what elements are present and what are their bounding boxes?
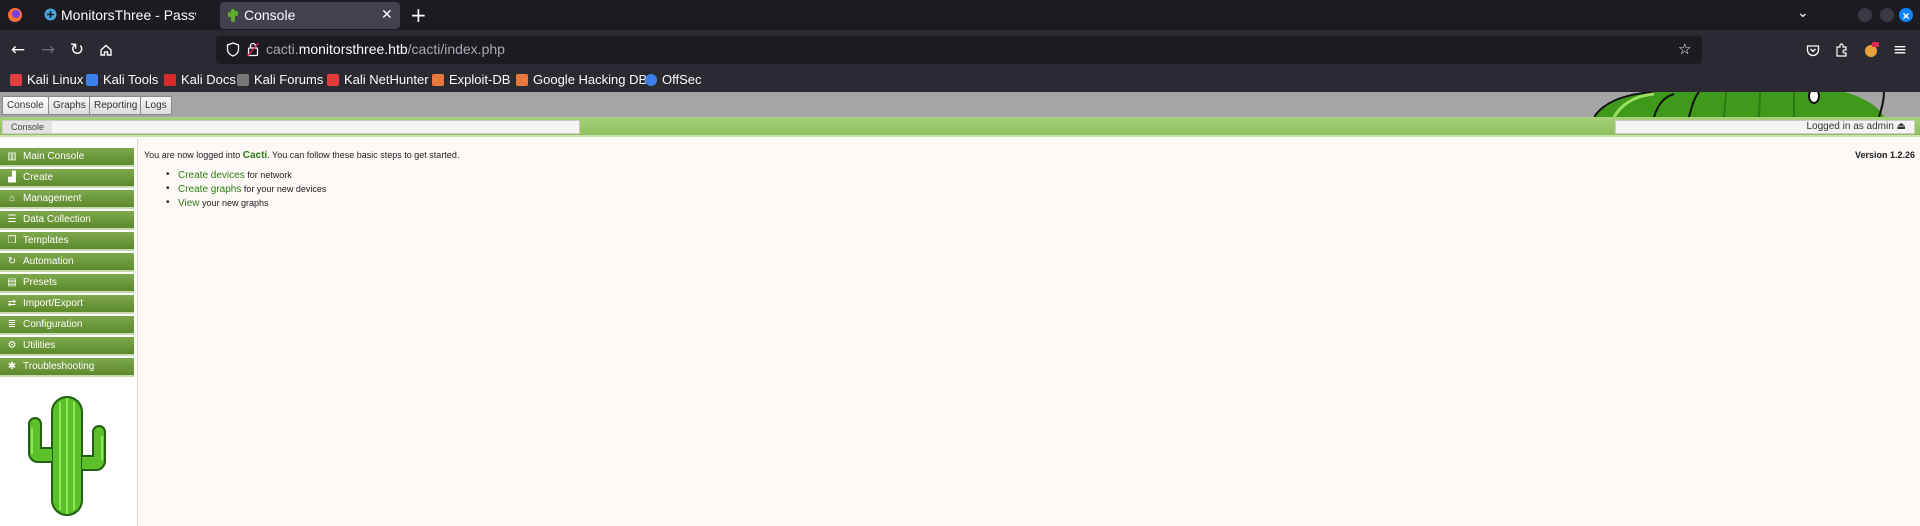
close-tab-icon[interactable]: ✕	[381, 6, 393, 23]
kali-dragon-icon	[10, 73, 22, 86]
tab-console[interactable]: Console ✕	[220, 2, 400, 29]
shield-icon[interactable]	[226, 42, 240, 61]
sidebar-item-automation[interactable]: ↻ Automation	[0, 253, 134, 272]
kali-tools-icon	[86, 73, 98, 86]
main-content: You are now logged into Cacti. You can f…	[144, 150, 460, 209]
version-label: Version 1.2.26	[1854, 150, 1915, 160]
tab-title: Console	[244, 7, 296, 23]
cogs-icon: ⚙	[7, 340, 17, 351]
kali-docs-icon	[164, 73, 176, 86]
browser-nav-bar: ← → ↻ cacti.monitorsthree.htb/cacti/inde…	[0, 30, 1920, 70]
kali-nethunter-icon	[327, 73, 339, 86]
sidebar-item-management[interactable]: ⌂ Management	[0, 190, 134, 209]
list-item: View your new graphs	[166, 197, 326, 212]
breadcrumb-console[interactable]: Console	[3, 121, 53, 133]
sidebar-item-presets[interactable]: ▤ Presets	[0, 274, 134, 293]
cacti-favicon-icon	[228, 8, 238, 25]
tab-console[interactable]: Console	[2, 96, 49, 115]
bookmark-star-icon[interactable]: ☆	[1678, 40, 1691, 58]
bookmark-kali-forums[interactable]: Kali Forums	[237, 72, 323, 87]
tab-title: MonitorsThree - Passwor	[61, 7, 196, 23]
offsec-icon	[645, 73, 657, 86]
bookmark-google-hacking-db[interactable]: Google Hacking DB	[516, 72, 647, 87]
bookmark-offsec[interactable]: OffSec	[645, 72, 702, 87]
tab-reporting[interactable]: Reporting	[89, 96, 143, 115]
cacti-brand: Cacti	[242, 150, 268, 161]
cactus-banner-graphic	[1594, 92, 1904, 117]
reload-icon[interactable]: ↻	[65, 38, 89, 62]
sidebar-item-troubleshooting[interactable]: ✱ Troubleshooting	[0, 358, 134, 377]
minimize-window-icon[interactable]	[1858, 8, 1872, 22]
sidebar-menu: ▥ Main Console ▟ Create ⌂ Management ☰ Data …	[0, 139, 138, 526]
bookmark-kali-nethunter[interactable]: Kali NetHunter	[327, 72, 429, 87]
breadcrumb-bar: Console Logged in as admin ⏏	[0, 117, 1920, 137]
logged-in-user-menu[interactable]: Logged in as admin ⏏	[1615, 120, 1915, 134]
bookmark-kali-linux[interactable]: Kali Linux	[10, 72, 83, 87]
new-tab-icon[interactable]: +	[410, 3, 427, 27]
create-devices-link[interactable]: Create devices	[178, 170, 245, 181]
kali-forums-icon	[237, 73, 249, 86]
create-graphs-link[interactable]: Create graphs	[178, 184, 241, 195]
exchange-icon: ⇄	[7, 298, 17, 309]
getting-started-steps: Create devices for network Create graphs…	[166, 169, 326, 212]
tab-logs[interactable]: Logs	[140, 96, 172, 115]
bookmark-kali-docs[interactable]: Kali Docs	[164, 72, 236, 87]
hamburger-menu-icon[interactable]: ≡	[1888, 38, 1912, 62]
list-item: Create graphs for your new devices	[166, 183, 326, 198]
breadcrumb: Console	[2, 120, 580, 134]
sync-icon: ↻	[7, 256, 17, 267]
maximize-window-icon[interactable]	[1880, 8, 1894, 22]
cacti-logo	[22, 392, 112, 517]
extensions-icon[interactable]	[1830, 38, 1854, 62]
database-icon: ☰	[7, 214, 17, 225]
close-window-icon[interactable]	[1899, 8, 1913, 22]
address-bar[interactable]: cacti.monitorsthree.htb/cacti/index.php …	[216, 36, 1702, 64]
chart-icon: ▟	[8, 172, 16, 183]
not-secure-lock-icon[interactable]	[247, 42, 259, 61]
pocket-icon[interactable]	[1801, 38, 1825, 62]
bookmarks-toolbar: Kali Linux Kali Tools Kali Docs Kali For…	[0, 70, 1920, 92]
bookmark-exploit-db[interactable]: Exploit-DB	[432, 72, 510, 87]
list-tabs-chevron-icon[interactable]: ⌄	[1797, 5, 1809, 21]
welcome-message: You are now logged into Cacti. You can f…	[144, 150, 460, 161]
exploit-db-icon	[432, 73, 444, 86]
sidebar-item-templates[interactable]: ❐ Templates	[0, 232, 134, 251]
map-icon: ▥	[7, 151, 17, 162]
home-icon[interactable]	[94, 38, 118, 62]
sidebar-item-main-console[interactable]: ▥ Main Console	[0, 148, 134, 167]
forward-arrow-icon[interactable]: →	[36, 38, 60, 62]
view-graphs-link[interactable]: View	[178, 198, 200, 209]
tab-favicon-icon	[44, 8, 57, 24]
back-arrow-icon[interactable]: ←	[6, 38, 30, 62]
sidebar-item-data-collection[interactable]: ☰ Data Collection	[0, 211, 134, 230]
sidebar-item-configuration[interactable]: ≣ Configuration	[0, 316, 134, 335]
url-text[interactable]: cacti.monitorsthree.htb/cacti/index.php	[266, 41, 505, 57]
sidebar-item-utilities[interactable]: ⚙ Utilities	[0, 337, 134, 356]
list-item: Create devices for network	[166, 169, 326, 184]
tab-graphs[interactable]: Graphs	[48, 96, 91, 115]
archive-icon: ▤	[7, 277, 17, 288]
copy-icon: ❐	[7, 235, 17, 246]
home-icon: ⌂	[8, 193, 16, 204]
tab-monitorsthree[interactable]: MonitorsThree - Passwor ✕	[36, 0, 238, 30]
sidebar-item-import-export[interactable]: ⇄ Import/Export	[0, 295, 134, 314]
bug-icon: ✱	[7, 361, 17, 372]
ghdb-icon	[516, 73, 528, 86]
firefox-menu-icon[interactable]	[0, 0, 30, 30]
sidebar-item-create[interactable]: ▟ Create	[0, 169, 134, 188]
profile-avatar-icon[interactable]	[1859, 38, 1883, 62]
browser-tab-bar: MonitorsThree - Passwor ✕ Console ✕ + ⌄	[0, 0, 1920, 30]
sliders-icon: ≣	[7, 319, 17, 330]
bookmark-kali-tools[interactable]: Kali Tools	[86, 72, 158, 87]
